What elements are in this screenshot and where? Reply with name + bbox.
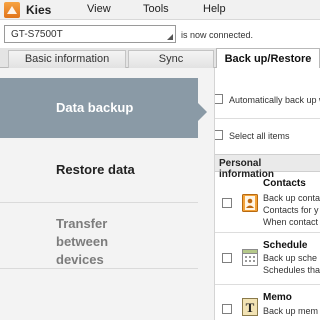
menu-tools[interactable]: Tools	[143, 3, 169, 15]
tab-basic-information[interactable]: Basic information	[8, 50, 126, 68]
schedule-desc-line2: Schedules tha	[263, 265, 320, 275]
device-select[interactable]: GT-S7500T	[4, 25, 176, 43]
menu-bar: Kies View Tools Help	[0, 0, 320, 20]
contacts-desc-line3: When contact	[263, 217, 319, 227]
memo-icon: T	[242, 298, 258, 316]
nav-divider	[0, 202, 198, 203]
memo-checkbox[interactable]	[222, 304, 232, 314]
select-all-checkbox[interactable]	[215, 130, 223, 140]
contacts-checkbox[interactable]	[222, 198, 232, 208]
contacts-icon	[242, 194, 258, 212]
auto-backup-label: Automatically back up w	[229, 95, 320, 105]
svg-text:T: T	[246, 300, 255, 315]
tab-sync[interactable]: Sync	[128, 50, 214, 68]
content-divider	[215, 118, 320, 119]
backup-content: Automatically back up w Select all items…	[215, 68, 320, 320]
resize-grip-icon	[167, 34, 173, 40]
contacts-desc-line1: Back up conta	[263, 193, 320, 203]
kies-window: Kies View Tools Help GT-S7500T is now co…	[0, 0, 320, 320]
tab-bar: Basic information Sync Back up/Restore	[0, 48, 320, 69]
connection-status: is now connected.	[181, 30, 254, 40]
item-divider	[215, 284, 320, 285]
auto-backup-checkbox[interactable]	[215, 94, 223, 104]
connection-bar: GT-S7500T is now connected.	[0, 20, 320, 48]
section-personal-information: Personal information	[215, 154, 320, 180]
nav-restore-data[interactable]: Restore data	[0, 138, 198, 202]
kies-logo-icon	[4, 2, 20, 18]
device-select-value: GT-S7500T	[11, 29, 63, 40]
item-divider	[215, 232, 320, 233]
nav-data-backup[interactable]: Data backup	[0, 78, 207, 138]
nav-transfer-label: Transfer between devices	[56, 216, 109, 267]
menu-help[interactable]: Help	[203, 3, 226, 15]
side-navigation: Data backup Restore data Transfer betwee…	[0, 68, 215, 320]
calendar-icon	[242, 248, 258, 266]
app-name: Kies	[26, 3, 52, 17]
contacts-title: Contacts	[263, 178, 306, 189]
memo-title: Memo	[263, 292, 292, 303]
schedule-title: Schedule	[263, 240, 308, 251]
nav-divider	[0, 268, 198, 269]
tab-back-up-restore[interactable]: Back up/Restore	[216, 48, 320, 69]
select-all-label: Select all items	[229, 131, 290, 141]
schedule-desc-line1: Back up sche	[263, 253, 318, 263]
memo-desc-line1: Back up mem	[263, 306, 319, 316]
nav-transfer-between-devices: Transfer between devices	[0, 215, 150, 267]
menu-view[interactable]: View	[87, 3, 111, 15]
nav-restore-data-label: Restore data	[56, 162, 135, 177]
nav-data-backup-label: Data backup	[56, 100, 134, 115]
contacts-desc-line2: Contacts for y	[263, 205, 319, 215]
schedule-checkbox[interactable]	[222, 253, 232, 263]
